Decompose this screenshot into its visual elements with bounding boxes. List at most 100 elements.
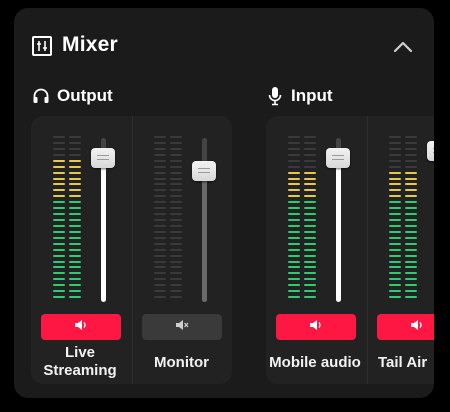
meter-segment bbox=[405, 189, 417, 192]
meter-segment bbox=[53, 207, 65, 210]
meter-segment bbox=[405, 284, 417, 287]
channel-name: Tail Air bbox=[378, 354, 427, 372]
meter-segment bbox=[389, 213, 401, 216]
meter-segment bbox=[170, 272, 182, 275]
meter-segment bbox=[288, 230, 300, 233]
meter-segment bbox=[304, 284, 316, 287]
channel-mobile-audio: Mobile audio bbox=[266, 116, 364, 384]
meter-segment bbox=[154, 207, 166, 210]
meter-segment bbox=[154, 136, 166, 138]
volume-slider-fill bbox=[202, 170, 207, 302]
meter-segment bbox=[304, 159, 316, 162]
meter-segment bbox=[69, 165, 81, 168]
meter-segment bbox=[154, 165, 166, 168]
meter-segment bbox=[170, 260, 182, 263]
meter-segment bbox=[170, 213, 182, 216]
meter-segment bbox=[170, 290, 182, 293]
meter-segment bbox=[69, 296, 81, 299]
meter-segment bbox=[69, 153, 81, 156]
meter-segment bbox=[53, 236, 65, 239]
meter-segment bbox=[69, 136, 81, 138]
meter-segment bbox=[288, 260, 300, 263]
meter-segment bbox=[154, 171, 166, 174]
meter-segment bbox=[53, 141, 65, 144]
mute-button-tail-air[interactable] bbox=[377, 314, 434, 340]
meter-segment bbox=[53, 219, 65, 221]
meter-segment bbox=[53, 153, 65, 156]
meter-segment bbox=[288, 159, 300, 162]
meter-segment bbox=[53, 177, 65, 180]
meter-segment bbox=[288, 254, 300, 257]
meter-segment bbox=[405, 153, 417, 156]
meter-segment bbox=[405, 213, 417, 216]
meter-segment bbox=[304, 207, 316, 210]
channel-live-streaming: Live Streaming bbox=[31, 116, 129, 384]
meter-segment bbox=[288, 207, 300, 210]
meter-segment bbox=[288, 171, 300, 174]
volume-slider-thumb[interactable] bbox=[91, 147, 115, 168]
meter-segment bbox=[170, 248, 182, 251]
meter-segment bbox=[389, 153, 401, 156]
meter-segment bbox=[69, 266, 81, 269]
meter-segment bbox=[53, 242, 65, 245]
mute-button-mobile-audio[interactable] bbox=[276, 314, 356, 340]
meter-segment bbox=[304, 248, 316, 251]
chevron-up-icon[interactable] bbox=[392, 36, 414, 58]
meter-segment bbox=[304, 230, 316, 233]
meter-segment bbox=[69, 254, 81, 257]
meter-segment bbox=[288, 236, 300, 239]
meter-segment bbox=[154, 195, 166, 198]
meter-segment bbox=[69, 278, 81, 281]
mute-button-live-streaming[interactable] bbox=[41, 314, 121, 340]
meter-segment bbox=[53, 272, 65, 275]
meter-segment bbox=[405, 254, 417, 257]
meter-segment bbox=[69, 183, 81, 186]
channel-tail-air: Tail Air bbox=[367, 116, 434, 384]
volume-slider-thumb[interactable] bbox=[192, 160, 216, 181]
meter-segment bbox=[389, 242, 401, 245]
speaker-icon bbox=[410, 318, 424, 336]
level-meter-right bbox=[405, 136, 417, 302]
meter-segment bbox=[53, 147, 65, 150]
meter-segment bbox=[154, 236, 166, 239]
meter-segment bbox=[405, 272, 417, 275]
meter-segment bbox=[69, 224, 81, 227]
meter-segment bbox=[69, 171, 81, 174]
meter-segment bbox=[389, 230, 401, 233]
meter-segment bbox=[389, 207, 401, 210]
meter-segment bbox=[389, 296, 401, 299]
meter-segment bbox=[69, 236, 81, 239]
mute-button-monitor[interactable] bbox=[142, 314, 222, 340]
meter-segment bbox=[389, 278, 401, 281]
meter-segment bbox=[389, 290, 401, 293]
volume-slider-thumb[interactable] bbox=[427, 141, 434, 162]
meter-segment bbox=[304, 260, 316, 263]
meter-segment bbox=[405, 136, 417, 138]
meter-segment bbox=[304, 296, 316, 299]
page-title: Mixer bbox=[62, 33, 118, 56]
meter-segment bbox=[154, 230, 166, 233]
mixer-header: Mixer bbox=[14, 8, 434, 68]
meter-segment bbox=[154, 242, 166, 245]
meter-segment bbox=[405, 195, 417, 198]
meter-segment bbox=[170, 201, 182, 204]
meter-segment bbox=[69, 284, 81, 287]
meter-segment bbox=[154, 284, 166, 287]
meter-segment bbox=[405, 165, 417, 168]
volume-slider-thumb[interactable] bbox=[326, 147, 350, 168]
meter-segment bbox=[53, 213, 65, 216]
meter-segment bbox=[69, 230, 81, 233]
channel-name: Live Streaming bbox=[31, 344, 129, 380]
meter-segment bbox=[154, 219, 166, 221]
meter-segment bbox=[389, 254, 401, 257]
meter-segment bbox=[288, 284, 300, 287]
meter-segment bbox=[53, 248, 65, 251]
meter-segment bbox=[405, 177, 417, 180]
meter-segment bbox=[389, 165, 401, 168]
meter-segment bbox=[170, 266, 182, 269]
meter-segment bbox=[288, 153, 300, 156]
level-meter-right bbox=[170, 136, 182, 302]
meter-segment bbox=[170, 230, 182, 233]
meter-segment bbox=[288, 224, 300, 227]
meter-segment bbox=[389, 219, 401, 221]
